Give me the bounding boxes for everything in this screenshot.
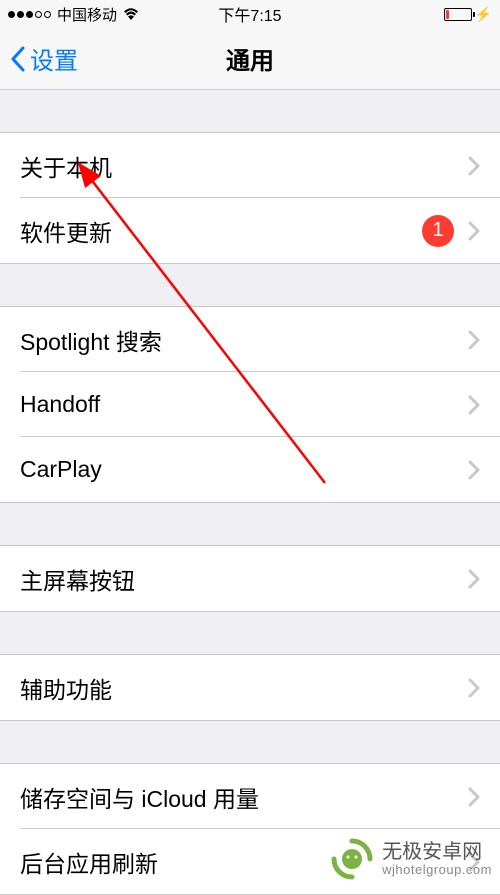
item-label: 辅助功能 bbox=[20, 671, 468, 705]
item-accessory bbox=[468, 156, 480, 176]
item-label: 软件更新 bbox=[20, 214, 422, 248]
page-title: 通用 bbox=[226, 41, 274, 76]
item-accessory bbox=[468, 330, 480, 350]
list-item[interactable]: Spotlight 搜索 bbox=[0, 307, 500, 372]
charging-icon: ⚡ bbox=[475, 6, 492, 23]
item-accessory bbox=[468, 460, 480, 480]
watermark-url: wjhotelgroup.com bbox=[382, 863, 492, 877]
chevron-left-icon bbox=[10, 46, 26, 72]
clock: 下午7:15 bbox=[218, 2, 281, 26]
battery-icon bbox=[444, 8, 472, 21]
list-item[interactable]: CarPlay bbox=[0, 437, 500, 502]
watermark-title: 无极安卓网 bbox=[382, 841, 492, 863]
item-label: Handoff bbox=[20, 391, 468, 418]
list-item[interactable]: 软件更新1 bbox=[0, 198, 500, 263]
list-group: 关于本机软件更新1 bbox=[0, 132, 500, 264]
chevron-right-icon bbox=[468, 787, 480, 807]
back-button[interactable]: 设置 bbox=[0, 41, 78, 76]
notification-badge: 1 bbox=[422, 215, 454, 247]
item-label: 关于本机 bbox=[20, 149, 468, 183]
item-label: 主屏幕按钮 bbox=[20, 562, 468, 596]
watermark-logo-icon bbox=[330, 837, 374, 881]
wifi-icon bbox=[123, 8, 139, 20]
list-item[interactable]: 关于本机 bbox=[0, 133, 500, 198]
list-item[interactable]: Handoff bbox=[0, 372, 500, 437]
item-label: CarPlay bbox=[20, 456, 468, 483]
chevron-right-icon bbox=[468, 678, 480, 698]
signal-strength bbox=[8, 11, 51, 18]
chevron-right-icon bbox=[468, 221, 480, 241]
chevron-right-icon bbox=[468, 330, 480, 350]
status-left: 中国移动 bbox=[8, 4, 139, 25]
item-label: 储存空间与 iCloud 用量 bbox=[20, 780, 468, 814]
back-label: 设置 bbox=[30, 41, 78, 76]
list-item[interactable]: 辅助功能 bbox=[0, 655, 500, 720]
item-accessory: 1 bbox=[422, 215, 480, 247]
item-label: Spotlight 搜索 bbox=[20, 323, 468, 357]
list-item[interactable]: 主屏幕按钮 bbox=[0, 546, 500, 611]
chevron-right-icon bbox=[468, 156, 480, 176]
list-group: 主屏幕按钮 bbox=[0, 545, 500, 612]
status-bar: 中国移动 下午7:15 ⚡ bbox=[0, 0, 500, 28]
list-group: 辅助功能 bbox=[0, 654, 500, 721]
item-accessory bbox=[468, 395, 480, 415]
item-accessory bbox=[468, 787, 480, 807]
list-group: Spotlight 搜索 Handoff CarPlay bbox=[0, 306, 500, 503]
navigation-bar: 设置 通用 bbox=[0, 28, 500, 90]
item-accessory bbox=[468, 678, 480, 698]
chevron-right-icon bbox=[468, 460, 480, 480]
item-accessory bbox=[468, 569, 480, 589]
watermark: 无极安卓网 wjhotelgroup.com bbox=[330, 837, 492, 881]
carrier-label: 中国移动 bbox=[57, 4, 117, 25]
list-item[interactable]: 储存空间与 iCloud 用量 bbox=[0, 764, 500, 829]
status-right: ⚡ bbox=[444, 6, 492, 23]
chevron-right-icon bbox=[468, 569, 480, 589]
chevron-right-icon bbox=[468, 395, 480, 415]
